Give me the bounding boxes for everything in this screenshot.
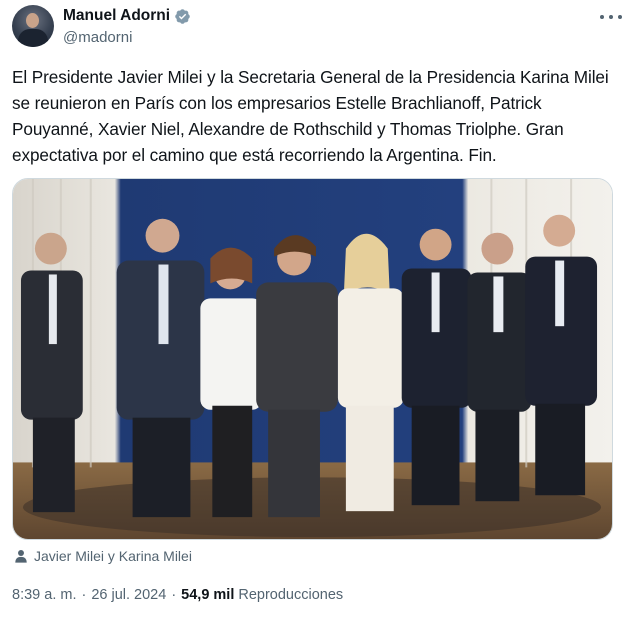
verified-badge-icon xyxy=(175,8,190,24)
tagged-people-text: Javier Milei y Karina Milei xyxy=(34,548,192,564)
tagged-people-row[interactable]: Javier Milei y Karina Milei xyxy=(14,547,192,565)
views-count: 54,9 mil xyxy=(181,587,235,603)
tweet-text: El Presidente Javier Milei y la Secretar… xyxy=(12,67,609,165)
tweet-time[interactable]: 8:39 a. m. xyxy=(12,587,76,603)
more-options-icon[interactable] xyxy=(600,8,622,26)
tweet-meta: 8:39 a. m. · 26 jul. 2024 · 54,9 mil Rep… xyxy=(12,586,343,604)
avatar[interactable] xyxy=(12,5,54,47)
person-icon xyxy=(15,550,27,563)
tweet-photo[interactable] xyxy=(12,178,613,540)
views-label: Reproducciones xyxy=(238,587,344,603)
author-display-name[interactable]: Manuel Adorni xyxy=(63,7,170,25)
author-handle[interactable]: @madorni xyxy=(63,29,132,46)
group-photo-image xyxy=(13,179,612,539)
author-name-row: Manuel Adorni xyxy=(63,6,191,26)
meta-separator: · xyxy=(171,587,177,603)
tweet: Manuel Adorni @madorni El Presidente Jav… xyxy=(0,0,640,617)
meta-separator: · xyxy=(81,587,87,603)
tweet-date[interactable]: 26 jul. 2024 xyxy=(91,587,166,603)
